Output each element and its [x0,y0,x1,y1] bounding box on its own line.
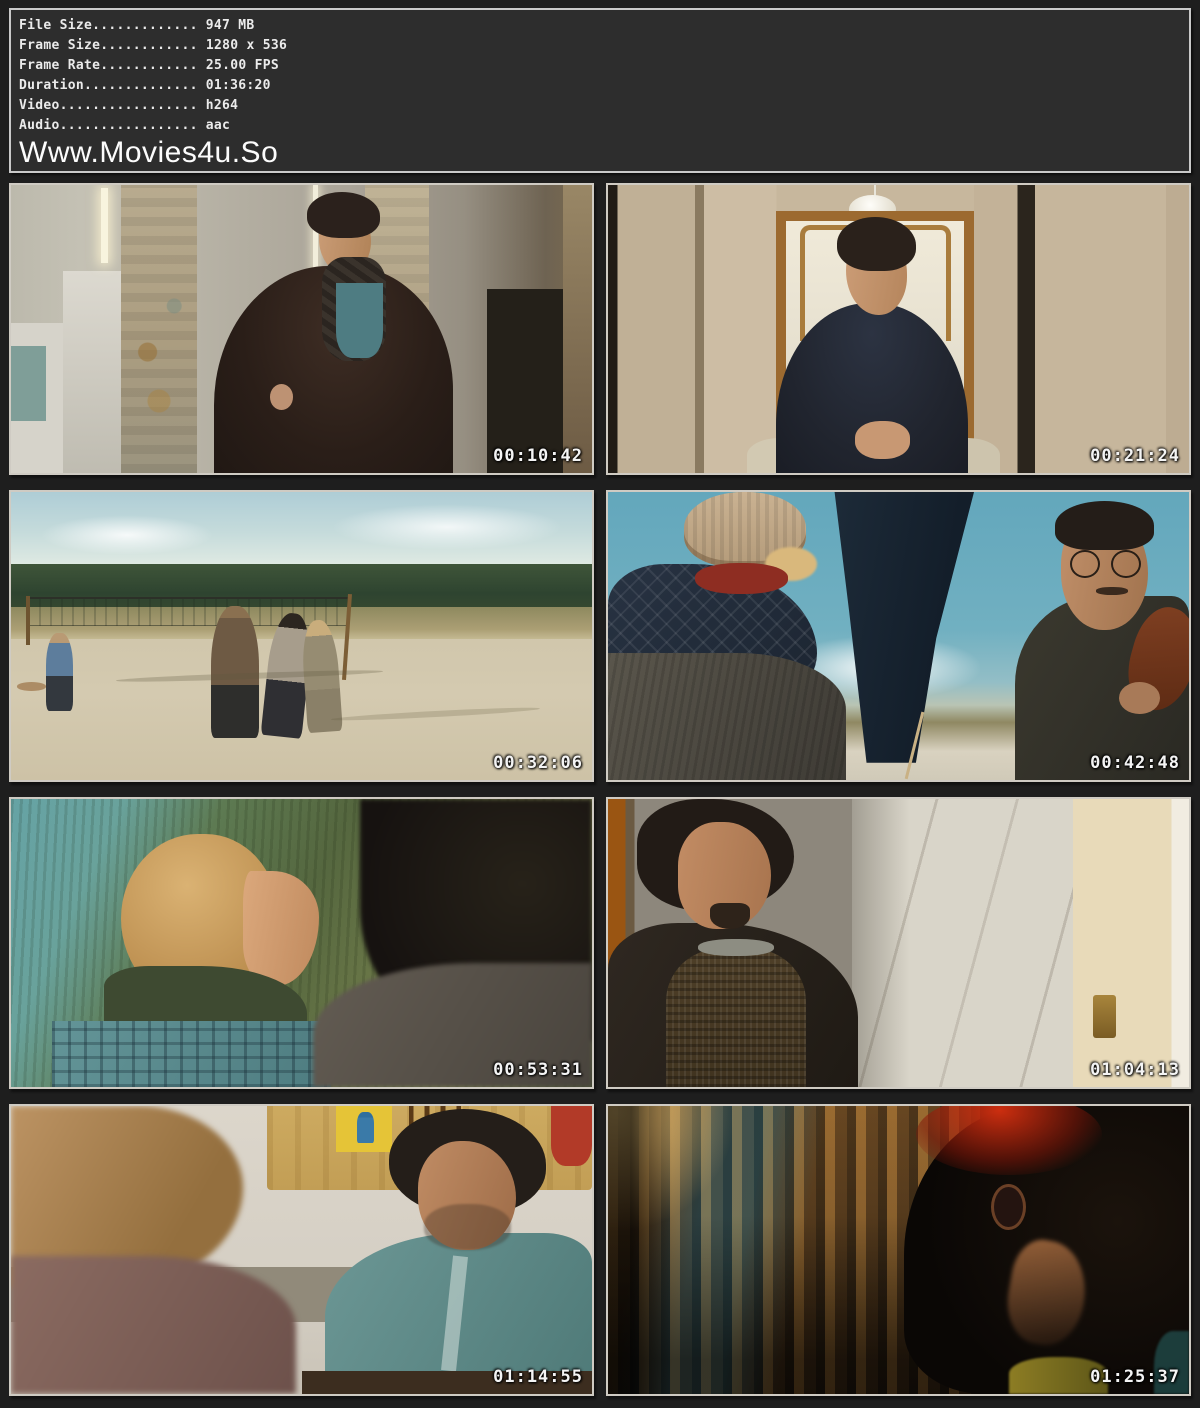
timestamp-overlay: 00:42:48 [1090,753,1180,773]
info-value: 25.00 FPS [206,58,279,73]
info-value: 01:36:20 [206,78,271,93]
screenshot-grid: 00:10:42 00:21:24 [9,183,1191,1396]
dot-leader: ................. [60,118,198,133]
man-curly-hair [837,217,915,272]
info-label: Audio [19,118,60,133]
woman-coat [608,653,846,780]
movie-still-hallway: 01:04:13 [606,797,1191,1089]
watermark-text: Www.Movies4u.So [19,137,1179,168]
grey-tshirt-collar [698,939,774,956]
dot-leader: .............. [84,78,198,93]
dark-flag [829,492,974,763]
brown-knit-sweater [666,949,805,1087]
info-value: 947 MB [206,18,255,33]
sand-shadow-streak [331,705,540,722]
mustache [1096,587,1128,594]
timestamp-overlay: 01:04:13 [1090,1060,1180,1080]
timestamp-overlay: 00:10:42 [493,446,583,466]
person-blue-jacket [46,633,73,711]
violinist-hair [1055,501,1154,550]
info-value: h264 [206,98,239,113]
media-info-panel: File Size............. 947 MB Frame Size.… [9,8,1191,173]
stubble-shading [424,1204,511,1250]
ear [991,1184,1026,1230]
timestamp-overlay: 00:32:06 [493,753,583,773]
media-info-row-framesize: Frame Size............ 1280 x 536 [19,36,1179,56]
timestamp-overlay: 01:25:37 [1090,1367,1180,1387]
movie-still-flag-violin: 00:42:48 [606,490,1191,782]
warm-archway [563,185,592,473]
info-label: File Size [19,18,92,33]
goatee [710,903,751,929]
movie-still-loft: 00:10:42 [9,183,594,475]
info-label: Duration [19,78,84,93]
dot-leader: ............. [92,18,198,33]
net-pole-left [26,596,29,645]
dot-leader: ............ [100,58,198,73]
media-info-row-framerate: Frame Rate............ 25.00 FPS [19,56,1179,76]
movie-still-table-talk: 01:14:55 [9,1104,594,1396]
info-value: 1280 x 536 [206,38,287,53]
brass-lock-plate [1093,995,1116,1038]
dot-leader: ............ [100,38,198,53]
teal-glass-panel [11,346,46,421]
cloud [40,515,214,555]
timestamp-overlay: 00:53:31 [493,1060,583,1080]
woman-shoulder-foreground [11,1256,296,1394]
media-info-row-video: Video................. h264 [19,96,1179,116]
media-info-row-audio: Audio................. aac [19,116,1179,136]
marble-wall [852,799,1073,1087]
media-info-row-duration: Duration.............. 01:36:20 [19,76,1179,96]
movie-still-red-rimlight: 01:25:37 [606,1104,1191,1396]
red-artwork-patch [551,1106,592,1166]
movie-still-interview: 00:21:24 [606,183,1191,475]
media-info-row-filesize: File Size............. 947 MB [19,16,1179,36]
driftwood [17,682,46,691]
info-label: Video [19,98,60,113]
red-scarf [695,563,788,595]
teal-sweater [336,283,382,358]
clasped-hands [855,421,910,458]
movie-still-dune-profile: 00:53:31 [9,797,594,1089]
man-hand [270,384,293,410]
cloud [331,504,563,550]
timestamp-overlay: 00:21:24 [1090,446,1180,466]
teal-plaid-jacket [52,1021,331,1087]
movie-still-beach: 00:32:06 [9,490,594,782]
brick-pillar-left [121,185,197,473]
man-curly-hair [307,192,380,238]
glasses-right-lens [1111,550,1141,579]
info-value: aac [206,118,230,133]
dot-leader: ................. [60,98,198,113]
page: File Size............. 947 MB Frame Size.… [0,8,1200,1408]
info-label: Frame Rate [19,58,100,73]
woman-profile-face [243,871,319,986]
ceiling-light-strip [101,188,108,263]
violinist-hand [1119,682,1160,714]
blue-figure-drawing [357,1112,374,1144]
timestamp-overlay: 01:14:55 [493,1367,583,1387]
info-label: Frame Size [19,38,100,53]
